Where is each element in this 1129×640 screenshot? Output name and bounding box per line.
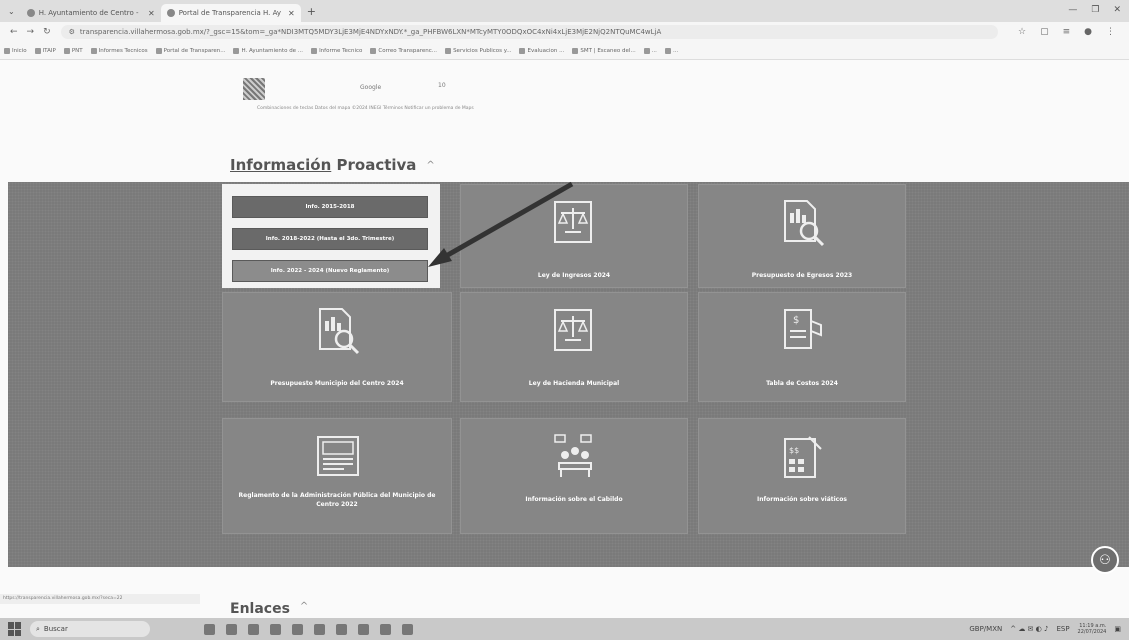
- bookmarks-bar: Inicio ITAIP PNT Informes Tecnicos Portal de…: [0, 42, 1129, 60]
- extensions-icon[interactable]: ▢: [1040, 27, 1049, 37]
- bookmark-label: H. Ayuntamiento de ...: [241, 47, 304, 54]
- link-status-bar: https://transparencia.villahermosa.gob.m…: [0, 594, 200, 604]
- bookmark-item[interactable]: SMT | Escaneo del...: [572, 47, 636, 54]
- site-favicon-icon: [166, 9, 175, 17]
- bookmark-favicon-icon: [519, 47, 526, 54]
- tab-title: Portal de Transparencia H. Ay: [178, 9, 282, 17]
- language-indicator[interactable]: ESP: [1056, 625, 1069, 633]
- tab-title: H. Ayuntamiento de Centro -: [38, 9, 139, 17]
- pinned-apps: [204, 623, 413, 635]
- bookmark-item[interactable]: Portal de Transparen...: [155, 47, 226, 54]
- bookmark-label: Portal de Transparen...: [163, 47, 226, 54]
- notifications-icon[interactable]: ▣: [1114, 625, 1121, 633]
- bookmark-favicon-icon: [643, 47, 650, 54]
- url-text: transparencia.villahermosa.gob.mx/?_gsc=…: [79, 28, 662, 36]
- bookmark-item[interactable]: H. Ayuntamiento de ...: [233, 47, 304, 54]
- section-heading-enlaces[interactable]: Enlaces ^: [230, 601, 308, 617]
- enlaces-title: Enlaces: [230, 601, 290, 617]
- bookmark-favicon-icon: [233, 47, 240, 54]
- bookmark-favicon-icon: [311, 47, 318, 54]
- bookmark-item[interactable]: Servicios Publicos y...: [445, 47, 512, 54]
- currency-widget[interactable]: GBP/MXN: [969, 625, 1002, 633]
- bookmark-label: ...: [672, 47, 679, 54]
- windows-taskbar: ⌕ Buscar GBP/MXN ^ ☁ ✉ ◐ ♪ ESP 11:19 a.m…: [0, 618, 1129, 640]
- forward-icon[interactable]: →: [27, 27, 35, 37]
- minimize-icon[interactable]: —: [1068, 5, 1077, 15]
- system-tray: GBP/MXN ^ ☁ ✉ ◐ ♪ ESP 11:19 a.m. 22/07/2…: [969, 623, 1121, 635]
- menu-kebab-icon[interactable]: ⋮: [1106, 27, 1115, 37]
- excel-icon[interactable]: [292, 623, 303, 635]
- app-icon[interactable]: [402, 623, 413, 635]
- bookmark-item[interactable]: ...: [643, 47, 657, 54]
- file-explorer-icon[interactable]: [226, 623, 237, 635]
- browser-tab-strip: ⌄ H. Ayuntamiento de Centro - ✕ Portal d…: [0, 0, 1129, 22]
- bookmark-item[interactable]: ...: [664, 47, 679, 54]
- bookmark-favicon-icon: [63, 47, 70, 54]
- bookmark-label: Evaluacion ...: [527, 47, 565, 54]
- close-tab-icon[interactable]: ✕: [288, 9, 295, 18]
- window-controls: — ❐ ✕: [1068, 5, 1121, 15]
- chrome-icon[interactable]: [314, 623, 325, 635]
- clock[interactable]: 11:19 a.m. 22/07/2024: [1078, 623, 1107, 635]
- site-info-icon[interactable]: ⚙: [69, 28, 75, 36]
- bookmark-item[interactable]: ITAIP: [34, 47, 56, 54]
- bookmark-item[interactable]: Informe Tecnico: [311, 47, 363, 54]
- bookmark-label: Servicios Publicos y...: [453, 47, 512, 54]
- tab-search-icon[interactable]: ⌄: [8, 7, 15, 16]
- bookmark-label: SMT | Escaneo del...: [580, 47, 636, 54]
- pdf-icon[interactable]: [380, 623, 391, 635]
- reload-icon[interactable]: ↻: [43, 27, 51, 37]
- accessibility-help-button[interactable]: ⚇: [1091, 546, 1119, 574]
- restore-icon[interactable]: ❐: [1091, 5, 1099, 15]
- bookmark-favicon-icon: [4, 47, 10, 54]
- bookmark-label: Correo Transparenc...: [378, 47, 438, 54]
- bookmark-item[interactable]: PNT: [63, 47, 83, 54]
- bookmark-favicon-icon: [664, 47, 671, 54]
- accessibility-icon: ⚇: [1099, 552, 1111, 568]
- bookmark-label: Informe Tecnico: [319, 47, 363, 54]
- bookmark-favicon-icon: [572, 47, 579, 54]
- address-bar-row: ← → ↻ ⚙ transparencia.villahermosa.gob.m…: [0, 22, 1129, 42]
- annotation-arrow: [428, 181, 574, 267]
- clock-date: 22/07/2024: [1077, 629, 1107, 635]
- bookmark-label: ...: [651, 47, 657, 54]
- expand-chevron-icon[interactable]: ^: [300, 601, 308, 617]
- profile-icon[interactable]: ●: [1084, 27, 1092, 37]
- start-button[interactable]: [8, 622, 22, 636]
- site-favicon-icon: [26, 9, 35, 17]
- photos-icon[interactable]: [358, 623, 369, 635]
- screen: ⌄ H. Ayuntamiento de Centro - ✕ Portal d…: [0, 0, 1129, 640]
- bookmark-star-icon[interactable]: ☆: [1018, 27, 1026, 37]
- new-tab-icon[interactable]: +: [307, 5, 316, 18]
- taskbar-search-placeholder: Buscar: [43, 625, 68, 633]
- bookmark-label: ITAIP: [42, 47, 56, 54]
- store-icon[interactable]: [270, 623, 281, 635]
- taskbar-search[interactable]: ⌕ Buscar: [30, 621, 150, 637]
- tray-icons[interactable]: ^ ☁ ✉ ◐ ♪: [1010, 625, 1048, 633]
- media-icon[interactable]: [336, 623, 347, 635]
- search-icon: ⌕: [36, 624, 40, 633]
- page-content: Google 10 Combinaciones de teclas Datos …: [0, 60, 1129, 618]
- bookmark-label: PNT: [71, 47, 83, 54]
- bookmark-item[interactable]: Correo Transparenc...: [370, 47, 438, 54]
- bookmark-favicon-icon: [155, 47, 162, 54]
- bookmark-item[interactable]: Evaluacion ...: [519, 47, 565, 54]
- bookmark-label: Informes Tecnicos: [98, 47, 148, 54]
- bookmark-item[interactable]: Informes Tecnicos: [90, 47, 148, 54]
- bookmark-favicon-icon: [445, 47, 452, 54]
- bookmark-favicon-icon: [370, 47, 377, 54]
- mail-icon[interactable]: [248, 623, 259, 635]
- bookmark-item[interactable]: Inicio: [4, 47, 27, 54]
- back-icon[interactable]: ←: [10, 27, 18, 37]
- browser-tab[interactable]: H. Ayuntamiento de Centro - ✕: [21, 4, 161, 22]
- bookmark-favicon-icon: [34, 47, 41, 54]
- bookmark-label: Inicio: [12, 47, 27, 54]
- url-field[interactable]: ⚙ transparencia.villahermosa.gob.mx/?_gs…: [60, 25, 998, 39]
- close-tab-icon[interactable]: ✕: [148, 9, 155, 18]
- reading-list-icon[interactable]: ≡: [1063, 27, 1071, 37]
- task-view-icon[interactable]: [204, 623, 215, 635]
- bookmark-favicon-icon: [90, 47, 97, 54]
- close-window-icon[interactable]: ✕: [1113, 5, 1121, 15]
- browser-tab-active[interactable]: Portal de Transparencia H. Ay ✕: [160, 4, 301, 22]
